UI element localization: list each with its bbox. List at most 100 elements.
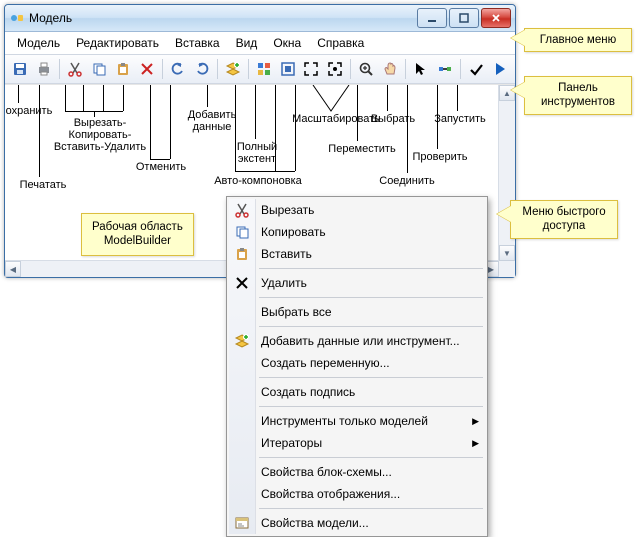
context-menu-item[interactable]: Итераторы▶ <box>229 432 485 454</box>
context-menu-item[interactable]: Свойства блок-схемы... <box>229 461 485 483</box>
menu-model[interactable]: Модель <box>11 34 66 52</box>
ann-line <box>255 85 256 139</box>
toolbar-zoom-extent-icon[interactable] <box>324 58 346 80</box>
toolbar-fit-icon[interactable] <box>300 58 322 80</box>
ann-validate: Проверить <box>405 151 475 163</box>
toolbar-separator <box>460 59 461 79</box>
submenu-arrow-icon: ▶ <box>472 438 479 449</box>
scroll-corner <box>499 261 515 277</box>
toolbar-save-icon[interactable] <box>9 58 31 80</box>
ann-auto-layout: Авто-компоновка <box>203 175 313 187</box>
maximize-button[interactable] <box>449 8 479 28</box>
ann-move: Переместить <box>317 143 407 155</box>
context-menu-item-label: Вырезать <box>261 203 314 217</box>
workarea-label: Рабочая область ModelBuilder <box>81 213 194 256</box>
toolbar-separator <box>217 59 218 79</box>
toolbar-separator <box>350 59 351 79</box>
ann-line <box>83 85 84 111</box>
context-menu-separator <box>259 326 483 327</box>
ann-line <box>387 85 388 111</box>
ann-add-data: Добавить данные <box>177 109 247 133</box>
ann-select: Выбрать <box>363 113 423 125</box>
menubar: Модель Редактировать Вставка Вид Окна Сп… <box>5 32 515 54</box>
ann-line <box>65 85 66 111</box>
context-menu-item[interactable]: Выбрать все <box>229 301 485 323</box>
menu-edit[interactable]: Редактировать <box>70 34 165 52</box>
submenu-arrow-icon: ▶ <box>472 416 479 427</box>
toolbar-separator <box>248 59 249 79</box>
context-menu-item[interactable]: Добавить данные или инструмент... <box>229 330 485 352</box>
context-menu-item-label: Свойства модели... <box>261 516 369 530</box>
properties-icon <box>234 515 250 531</box>
ann-line <box>309 85 353 113</box>
toolbar-zoom-in-icon[interactable] <box>355 58 377 80</box>
context-menu-item[interactable]: Свойства модели... <box>229 512 485 534</box>
ann-full-extent: Полный экстент <box>227 141 287 165</box>
ann-line <box>150 159 170 160</box>
toolbar-paste-icon[interactable] <box>112 58 134 80</box>
callout-context-menu: Меню быстрого доступа <box>510 200 618 239</box>
menu-windows[interactable]: Окна <box>267 34 307 52</box>
toolbar-auto-layout-icon[interactable] <box>253 58 275 80</box>
delete-x-icon <box>234 275 250 291</box>
toolbar-print-icon[interactable] <box>33 58 55 80</box>
toolbar-add-data-icon[interactable] <box>222 58 244 80</box>
context-menu-item-label: Выбрать все <box>261 305 332 319</box>
ann-line <box>207 85 208 107</box>
close-button[interactable] <box>481 8 511 28</box>
context-menu-item[interactable]: Инструменты только моделей ▶ <box>229 410 485 432</box>
toolbar-delete-icon[interactable] <box>136 58 158 80</box>
copy-icon <box>234 224 250 240</box>
toolbar-pan-icon[interactable] <box>379 58 401 80</box>
ann-cut-copy-paste-delete: Вырезать- Копировать- Вставить-Удалить <box>45 117 155 153</box>
context-menu-item[interactable]: Вставить <box>229 243 485 265</box>
toolbar-select-icon[interactable] <box>410 58 432 80</box>
paste-icon <box>234 246 250 262</box>
context-menu-item[interactable]: Копировать <box>229 221 485 243</box>
cut-icon <box>234 202 250 218</box>
ann-line <box>123 85 124 111</box>
toolbar-separator <box>59 59 60 79</box>
toolbar-cut-icon[interactable] <box>64 58 86 80</box>
toolbar-run-icon[interactable] <box>489 58 511 80</box>
ann-line <box>235 171 295 172</box>
context-menu-item[interactable]: Удалить <box>229 272 485 294</box>
menu-view[interactable]: Вид <box>230 34 264 52</box>
context-menu-item-label: Копировать <box>261 225 326 239</box>
ann-undo: Отменить <box>131 161 191 173</box>
context-menu-separator <box>259 377 483 378</box>
menu-insert[interactable]: Вставка <box>169 34 226 52</box>
toolbar-validate-icon[interactable] <box>465 58 487 80</box>
callout-arrow <box>511 30 525 46</box>
toolbar-copy-icon[interactable] <box>88 58 110 80</box>
context-menu-item[interactable]: Создать переменную... <box>229 352 485 374</box>
ann-line <box>457 85 458 111</box>
toolbar-full-extent-icon[interactable] <box>277 58 299 80</box>
callout-main-menu: Главное меню <box>524 28 632 52</box>
toolbar-undo-icon[interactable] <box>167 58 189 80</box>
minimize-button[interactable] <box>417 8 447 28</box>
context-menu-separator <box>259 297 483 298</box>
context-menu-item-label: Инструменты только моделей <box>261 414 428 428</box>
context-menu-item-label: Создать переменную... <box>261 356 390 370</box>
app-icon <box>9 10 25 26</box>
menu-help[interactable]: Справка <box>311 34 370 52</box>
ann-save: Сохранить <box>5 105 55 117</box>
window-title: Модель <box>29 11 417 25</box>
toolbar-separator <box>162 59 163 79</box>
ann-line <box>39 85 40 177</box>
toolbar-connect-icon[interactable] <box>434 58 456 80</box>
context-menu-item[interactable]: Создать подпись <box>229 381 485 403</box>
context-menu: Вырезать Копировать Вставить Удалить Выбрать… <box>226 196 488 537</box>
add-data-icon <box>234 333 250 349</box>
scroll-left-button[interactable]: ◀ <box>5 261 21 277</box>
context-menu-item-label: Вставить <box>261 247 312 261</box>
ann-line <box>295 85 296 171</box>
context-menu-item[interactable]: Вырезать <box>229 199 485 221</box>
context-menu-separator <box>259 268 483 269</box>
callout-arrow <box>497 206 511 222</box>
toolbar <box>5 54 515 84</box>
context-menu-item-label: Свойства блок-схемы... <box>261 465 392 479</box>
toolbar-redo-icon[interactable] <box>191 58 213 80</box>
scroll-down-button[interactable]: ▼ <box>499 245 515 261</box>
